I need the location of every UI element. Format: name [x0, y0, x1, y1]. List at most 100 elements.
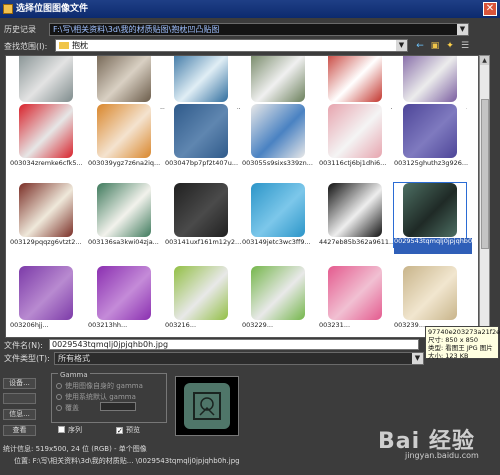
tooltip-line: 类型: 看图王 JPG 图片: [428, 344, 493, 352]
sequence-checkbox[interactable]: 序列: [58, 425, 82, 435]
file-thumbnail[interactable]: 003206hjj...: [10, 266, 82, 330]
preview-checkbox[interactable]: ✓ 预览: [116, 425, 140, 435]
pillow-thumbnail-image: [328, 56, 382, 102]
file-thumbnail[interactable]: 003141uxf161m12y2...: [165, 183, 241, 247]
pillow-thumbnail-image: [97, 266, 151, 320]
file-thumbnail[interactable]: 003116ctj6bj1dhi6...: [319, 104, 391, 168]
lookin-dropdown[interactable]: 抱枕 ▼: [55, 39, 408, 52]
sequence-label: 序列: [68, 426, 82, 434]
file-name-label: 003039ygz7z6na2iq...: [88, 159, 161, 167]
file-thumbnail[interactable]: 003055s9sixs339zn...: [242, 104, 314, 168]
chevron-down-icon[interactable]: ▼: [396, 40, 407, 51]
file-name-label: 4427eb85b362a9611...: [319, 238, 396, 246]
pillow-thumbnail-image: [19, 266, 73, 320]
pillow-thumbnail-image: [97, 56, 151, 102]
file-name-label: 0029543tqmqlj0jpjqhb0h.jpg: [394, 238, 472, 254]
disabled-button: [3, 393, 36, 404]
pillow-thumbnail-image: [97, 104, 151, 158]
file-thumbnail[interactable]: 003213hh...: [88, 266, 160, 330]
file-thumbnail[interactable]: 003047bp7pf2t407u...: [165, 104, 238, 168]
file-thumbnail[interactable]: 003034zremke6cfk5...: [10, 104, 83, 168]
close-button[interactable]: ✕: [483, 2, 497, 16]
file-thumbnail[interactable]: 003229...: [242, 266, 314, 330]
gamma-option-system[interactable]: 使用系统默认 gamma: [56, 392, 136, 402]
file-name-label: 003055s9sixs339zn...: [242, 159, 313, 167]
filename-input[interactable]: 0029543tqmqlj0jpjqhb0h.jpg: [49, 339, 419, 350]
up-folder-icon[interactable]: ▣: [429, 41, 441, 51]
file-name-label: 003047bp7pf2t407u...: [165, 159, 239, 167]
pillow-thumbnail-image: [19, 183, 73, 237]
tooltip-line: 大小: 123 KB: [428, 352, 469, 360]
file-thumbnail[interactable]: 003149jetc3wc3ff9...: [242, 183, 314, 247]
info-button[interactable]: 信息...: [3, 409, 36, 420]
view-button[interactable]: 查看: [3, 425, 36, 436]
radio-label: 覆盖: [65, 404, 79, 412]
file-name-label: 003141uxf161m12y2...: [165, 238, 242, 246]
file-name-label: 003149jetc3wc3ff9...: [242, 238, 311, 246]
image-preview: [175, 376, 239, 436]
pillow-thumbnail-image: [403, 266, 457, 320]
filetype-value: 所有格式: [58, 354, 90, 363]
gamma-option-image[interactable]: 使用图像自身的 gamma: [56, 381, 143, 391]
lookin-value: 抱枕: [72, 41, 88, 50]
file-name-label: 003129pqqzg6vtzt2...: [10, 238, 82, 246]
checkmark-icon[interactable]: ✓: [116, 427, 123, 435]
file-thumbnail[interactable]: 003136sa3kwi04zja...: [88, 183, 160, 247]
filetype-label: 文件类型(T):: [4, 354, 50, 363]
view-menu-icon[interactable]: ☰: [459, 41, 471, 51]
file-name-label: 003125ghuthz3g926...: [394, 159, 469, 167]
pillow-thumbnail-image: [251, 104, 305, 158]
pillow-thumbnail-image: [328, 104, 382, 158]
file-name-label: 003213hh...: [88, 321, 128, 329]
chevron-down-icon[interactable]: ▼: [457, 24, 468, 35]
pillow-thumbnail-image: [174, 183, 228, 237]
pillow-thumbnail-image: [19, 56, 73, 102]
scrollbar[interactable]: ▲ ▼: [479, 55, 490, 338]
file-thumbnail-list[interactable]: 00300?bbg5wy97jy...003001okogvvvv666k...…: [5, 55, 479, 338]
file-name-label: 003229...: [242, 321, 274, 329]
file-thumbnail[interactable]: 003039ygz7z6na2iq...: [88, 104, 160, 168]
pillow-preview-image: [184, 383, 230, 429]
file-info-tooltip: 97740e203273a21f2e71... 尺寸: 850 x 850 类型…: [425, 326, 500, 360]
chevron-down-icon[interactable]: ▼: [412, 353, 423, 364]
new-folder-icon[interactable]: ✦: [444, 41, 456, 51]
pillow-thumbnail-image: [174, 56, 228, 102]
pillow-thumbnail-image: [174, 104, 228, 158]
setup-button[interactable]: 设备...: [3, 378, 36, 389]
pillow-thumbnail-image: [403, 104, 457, 158]
gamma-value-input[interactable]: [100, 402, 136, 411]
filename-label: 文件名(N):: [4, 341, 43, 350]
file-thumbnail[interactable]: 003125ghuthz3g926...: [394, 104, 468, 168]
scroll-up-icon[interactable]: ▲: [480, 56, 489, 65]
pillow-thumbnail-image: [251, 266, 305, 320]
pillow-thumbnail-image: [97, 183, 151, 237]
status-stats: 统计信息: 519x500, 24 位 (RGB) - 单个图像: [3, 445, 147, 453]
pillow-thumbnail-image: [328, 266, 382, 320]
file-name-label: 003216...: [165, 321, 197, 329]
gamma-option-override[interactable]: 覆盖: [56, 403, 79, 413]
scroll-thumb[interactable]: [481, 99, 489, 249]
back-icon[interactable]: ←: [414, 41, 426, 51]
checkbox-box[interactable]: [58, 426, 65, 433]
pillow-thumbnail-image: [403, 56, 457, 102]
file-thumbnail[interactable]: 003239...: [394, 266, 466, 330]
history-dropdown[interactable]: F:\写\相关资料\3d\我的材质贴图\抱枕凹凸贴图 ▼: [49, 23, 469, 36]
file-name-label: 003116ctj6bj1dhi6...: [319, 159, 387, 167]
history-value: F:\写\相关资料\3d\我的材质贴图\抱枕凹凸贴图: [53, 25, 220, 34]
baidu-watermark-url: jingyan.baidu.com: [405, 451, 479, 460]
file-thumbnail[interactable]: 003216...: [165, 266, 237, 330]
file-thumbnail[interactable]: 4427eb85b362a9611...: [319, 183, 395, 247]
tooltip-line: 尺寸: 850 x 850: [428, 336, 479, 344]
title-bar: 选择位图图像文件 ✕: [0, 0, 500, 18]
file-thumbnail[interactable]: 003231...: [319, 266, 391, 330]
pillow-thumbnail-image: [403, 183, 457, 237]
filetype-dropdown[interactable]: 所有格式 ▼: [54, 352, 424, 365]
folder-icon: [59, 42, 69, 49]
file-thumbnail[interactable]: 003129pqqzg6vtzt2...: [10, 183, 82, 247]
file-name-label: 003206hjj...: [10, 321, 49, 329]
file-name-label: 003231...: [319, 321, 351, 329]
gamma-title: Gamma: [58, 371, 90, 379]
file-name-label: 003136sa3kwi04zja...: [88, 238, 159, 246]
pillow-thumbnail-image: [174, 266, 228, 320]
file-thumbnail[interactable]: 0029543tqmqlj0jpjqhb0h.jpg: [393, 182, 472, 254]
